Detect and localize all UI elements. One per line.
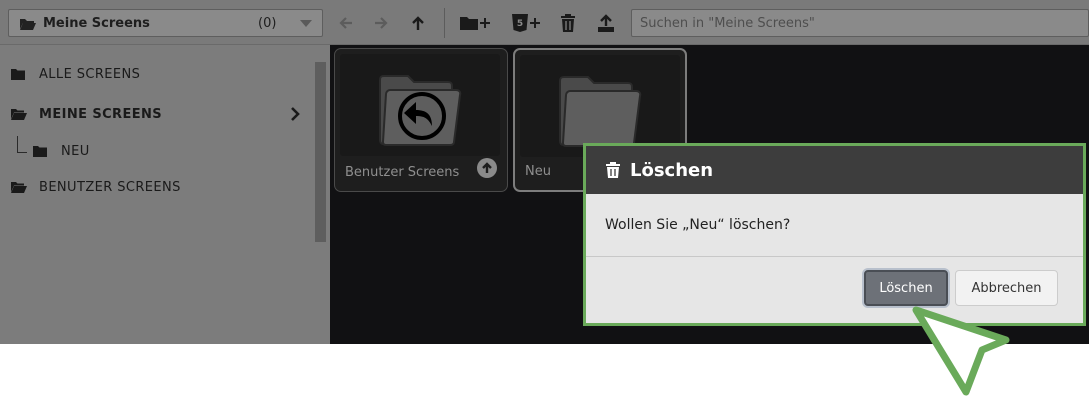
chevron-right-icon	[290, 106, 300, 126]
folder-select[interactable]: Meine Screens (0)	[8, 9, 323, 37]
dialog-title: Löschen	[630, 160, 714, 181]
folder-select-name: Meine Screens	[43, 16, 150, 31]
tile-thumbnail	[520, 55, 680, 157]
tile-caption: Benutzer Screens	[345, 165, 460, 180]
svg-text:5: 5	[517, 19, 523, 29]
sidebar-scrollbar[interactable]	[315, 62, 326, 344]
tile-caption: Neu	[525, 164, 551, 179]
sidebar-item-label: ALLE SCREENS	[39, 66, 141, 82]
chevron-down-icon	[300, 20, 312, 27]
folder-open-icon	[11, 107, 27, 121]
upload-icon[interactable]	[594, 11, 618, 35]
sidebar-item-neu[interactable]: NEU	[33, 140, 90, 162]
dialog-header: Löschen	[586, 146, 1083, 194]
sidebar: ALLE SCREENS MEINE SCREENS NEU BENUTZER …	[0, 45, 330, 344]
dialog-message: Wollen Sie „Neu“ löschen?	[605, 217, 791, 233]
toolbar: Meine Screens (0) 5	[0, 0, 1089, 45]
folder-select-count: (0)	[258, 16, 277, 31]
tile-user-screens[interactable]: Benutzer Screens	[334, 48, 508, 192]
tile-thumbnail	[340, 54, 500, 156]
annotation-cursor-icon	[912, 306, 1010, 396]
delete-dialog: Löschen Wollen Sie „Neu“ löschen? Lösche…	[583, 143, 1086, 326]
dialog-divider	[586, 256, 1083, 257]
sidebar-item-user-screens[interactable]: BENUTZER SCREENS	[11, 176, 181, 198]
search-input[interactable]	[631, 9, 1089, 37]
trash-icon[interactable]	[556, 11, 580, 35]
toolbar-separator	[444, 8, 445, 38]
folder-icon	[11, 67, 27, 81]
trash-icon	[606, 162, 620, 182]
back-icon[interactable]	[334, 11, 358, 35]
forward-icon[interactable]	[369, 11, 393, 35]
folder-open-icon	[11, 180, 27, 194]
sidebar-item-my-screens[interactable]: MEINE SCREENS	[11, 103, 307, 125]
scrollbar-thumb[interactable]	[315, 62, 326, 242]
new-html5-screen-icon[interactable]: 5	[509, 11, 541, 35]
sidebar-item-label: NEU	[61, 143, 90, 159]
sidebar-item-all-screens[interactable]: ALLE SCREENS	[11, 63, 140, 85]
tree-connector	[17, 136, 27, 153]
up-arrow-circle-icon[interactable]	[477, 158, 497, 182]
folder-back-icon	[378, 68, 464, 150]
folder-open-icon	[19, 16, 37, 35]
folder-icon	[558, 69, 644, 151]
folder-icon	[33, 144, 49, 158]
sidebar-item-label: BENUTZER SCREENS	[39, 179, 181, 195]
sidebar-item-label: MEINE SCREENS	[39, 106, 163, 122]
new-folder-icon[interactable]	[458, 11, 492, 35]
up-arrow-icon[interactable]	[406, 11, 430, 35]
